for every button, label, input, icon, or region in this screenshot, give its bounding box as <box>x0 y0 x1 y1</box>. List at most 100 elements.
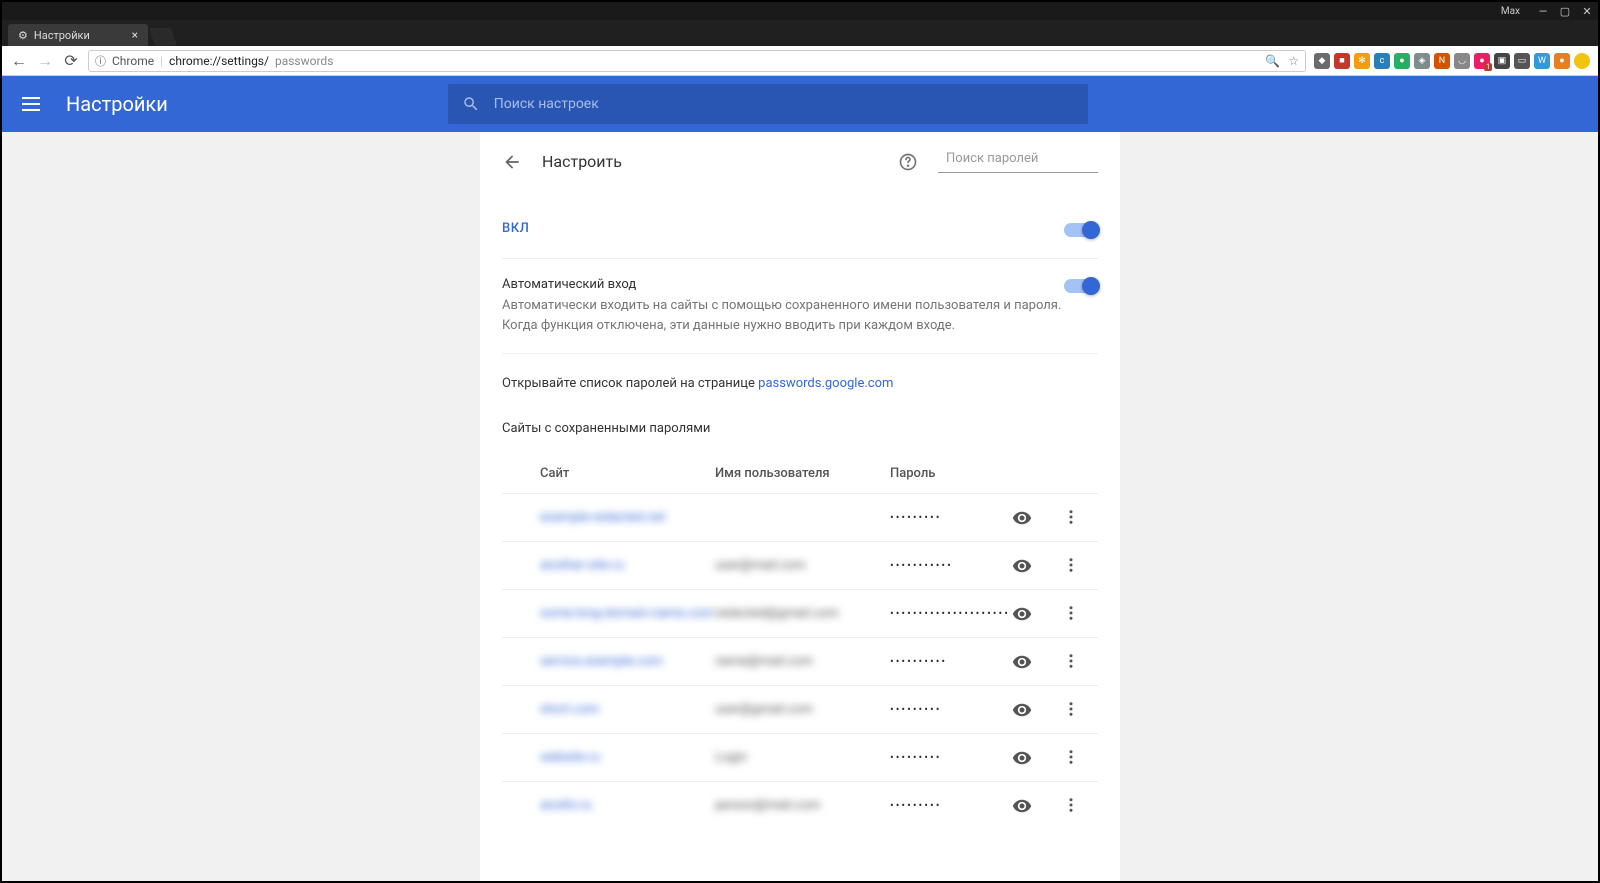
show-password-icon[interactable] <box>1012 556 1032 576</box>
browser-tab[interactable]: ⚙ Настройки × <box>8 24 148 46</box>
tab-title: Настройки <box>34 29 90 42</box>
table-row: some-long-domain-name.comredacted@gmail.… <box>502 589 1098 637</box>
extension-icon[interactable]: ◆ <box>1314 53 1330 69</box>
url-subpath: passwords <box>275 54 333 68</box>
show-password-icon[interactable] <box>1012 748 1032 768</box>
extension-icons: ◆ ■ ✻ c ● ◈ N ◡ ● ▣ ▭ W ● <box>1314 53 1590 69</box>
show-password-icon[interactable] <box>1012 508 1032 528</box>
auto-signin-title: Автоматический вход <box>502 277 1064 292</box>
user-cell: user@mail.com <box>715 558 890 573</box>
extension-icon[interactable]: N <box>1434 53 1450 69</box>
site-cell[interactable]: some-long-domain-name.com <box>540 606 715 621</box>
show-password-icon[interactable] <box>1012 796 1032 816</box>
site-cell[interactable]: website.ru <box>540 750 715 765</box>
auto-signin-toggle[interactable] <box>1064 279 1098 293</box>
extension-icon[interactable]: W <box>1534 53 1550 69</box>
os-username: Max <box>1501 6 1520 17</box>
tab-close-button[interactable]: × <box>132 28 138 42</box>
hamburger-menu-icon[interactable] <box>22 92 46 116</box>
settings-search[interactable] <box>448 84 1088 124</box>
window-maximize-button[interactable]: ▢ <box>1558 5 1572 18</box>
extension-icon[interactable]: ✻ <box>1354 53 1370 69</box>
extension-icon[interactable]: ◡ <box>1454 53 1470 69</box>
col-site: Сайт <box>540 466 715 481</box>
user-cell: Login <box>715 750 890 765</box>
more-actions-icon[interactable] <box>1062 796 1080 816</box>
password-cell: ••••••••• <box>890 703 1012 716</box>
site-cell[interactable]: short.com <box>540 702 715 717</box>
offer-save-toggle-row: ВКЛ <box>502 203 1098 259</box>
forward-button: → <box>36 51 54 71</box>
extension-icon[interactable]: ▣ <box>1494 53 1510 69</box>
subheader: Настроить <box>502 150 1098 173</box>
password-search[interactable] <box>938 150 1098 173</box>
address-bar[interactable]: ⓘ Chrome | chrome://settings/passwords 🔍… <box>88 50 1306 72</box>
table-row: short.comuser@gmail.com••••••••• <box>502 685 1098 733</box>
col-user: Имя пользователя <box>715 466 890 481</box>
show-password-icon[interactable] <box>1012 700 1032 720</box>
table-row: another-site.ruuser@mail.com••••••••••• <box>502 541 1098 589</box>
col-pass: Пароль <box>890 466 1098 481</box>
window-close-button[interactable]: ✕ <box>1580 5 1594 18</box>
new-tab-button[interactable] <box>149 28 178 46</box>
table-row: example-redacted.net ••••••••• <box>502 493 1098 541</box>
extension-icon[interactable]: ● <box>1474 53 1490 69</box>
site-cell[interactable]: service.example.com <box>540 654 715 669</box>
back-arrow-icon[interactable] <box>502 152 522 172</box>
url-host: Chrome <box>112 54 154 68</box>
auto-signin-desc: Автоматически входить на сайты с помощью… <box>502 296 1064 335</box>
password-cell: ••••••••••• <box>890 559 1012 572</box>
show-password-icon[interactable] <box>1012 652 1032 672</box>
browser-toolbar: ← → ⟳ ⓘ Chrome | chrome://settings/passw… <box>2 46 1598 76</box>
extension-icon[interactable]: ■ <box>1334 53 1350 69</box>
password-search-input[interactable] <box>946 151 1112 166</box>
saved-passwords-title: Сайты с сохраненными паролями <box>502 421 1098 436</box>
passwords-table: Сайт Имя пользователя Пароль example-red… <box>502 456 1098 829</box>
user-cell: user@gmail.com <box>715 702 890 717</box>
google-passwords-hint: Открывайте список паролей на странице pa… <box>502 376 1098 391</box>
user-cell: redacted@gmail.com <box>715 606 890 621</box>
more-actions-icon[interactable] <box>1062 652 1080 672</box>
password-cell: ••••••••• <box>890 799 1012 812</box>
extension-icon[interactable]: ▭ <box>1514 53 1530 69</box>
password-cell: •••••••••• <box>890 655 1012 668</box>
bookmark-star-icon[interactable]: ☆ <box>1288 54 1299 68</box>
show-password-icon[interactable] <box>1012 604 1032 624</box>
search-icon <box>462 95 480 113</box>
user-cell: name@mail.com <box>715 654 890 669</box>
passwords-google-link[interactable]: passwords.google.com <box>758 376 893 391</box>
password-cell: ••••••••• <box>890 751 1012 764</box>
reload-button[interactable]: ⟳ <box>62 51 80 70</box>
info-icon: ⓘ <box>95 53 106 69</box>
site-cell[interactable]: another-site.ru <box>540 558 715 573</box>
back-button[interactable]: ← <box>10 51 28 71</box>
table-header: Сайт Имя пользователя Пароль <box>502 456 1098 493</box>
settings-header: Настройки <box>2 76 1598 132</box>
profile-avatar-icon[interactable] <box>1574 53 1590 69</box>
extension-icon[interactable]: ● <box>1394 53 1410 69</box>
extension-icon[interactable]: ● <box>1554 53 1570 69</box>
user-cell: person@mail.com <box>715 798 890 813</box>
window-minimize-button[interactable]: — <box>1536 5 1550 18</box>
zoom-icon[interactable]: 🔍 <box>1265 54 1280 68</box>
offer-save-toggle[interactable] <box>1064 223 1098 237</box>
more-actions-icon[interactable] <box>1062 748 1080 768</box>
content-viewport[interactable]: Настроить ВКЛ Автоматический вход Автома… <box>2 132 1598 881</box>
site-cell[interactable]: example-redacted.net <box>540 510 715 525</box>
os-titlebar: Max — ▢ ✕ <box>2 2 1598 20</box>
settings-search-input[interactable] <box>494 96 1074 112</box>
table-row: service.example.comname@mail.com••••••••… <box>502 637 1098 685</box>
tab-strip: ⚙ Настройки × <box>2 20 1598 46</box>
help-icon[interactable] <box>898 152 918 172</box>
gear-icon: ⚙ <box>18 29 28 42</box>
more-actions-icon[interactable] <box>1062 700 1080 720</box>
password-cell: ••••••••••••••••••••• <box>890 607 1012 620</box>
password-cell: ••••••••• <box>890 511 1012 524</box>
more-actions-icon[interactable] <box>1062 604 1080 624</box>
sub-title: Настроить <box>542 152 622 171</box>
site-cell[interactable]: anothr.ru <box>540 798 715 813</box>
more-actions-icon[interactable] <box>1062 508 1080 528</box>
extension-icon[interactable]: c <box>1374 53 1390 69</box>
more-actions-icon[interactable] <box>1062 556 1080 576</box>
extension-icon[interactable]: ◈ <box>1414 53 1430 69</box>
